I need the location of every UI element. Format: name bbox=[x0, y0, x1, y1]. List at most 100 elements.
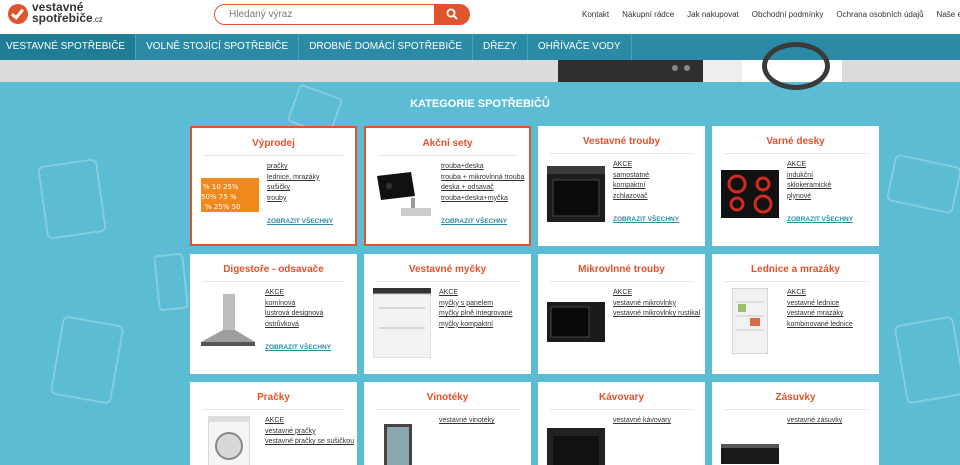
card-link[interactable]: samostatné bbox=[613, 171, 649, 182]
category-card-wine-coolers: Vinotéky vestavné vinotéky bbox=[364, 382, 531, 465]
card-link[interactable]: myčky plně integrované bbox=[439, 309, 513, 320]
card-title[interactable]: Akční sety bbox=[366, 138, 529, 149]
category-card-dishwashers: Vestavné myčky AKCE myčky s panelem myčk… bbox=[364, 254, 531, 374]
card-link[interactable]: AKCE bbox=[265, 416, 354, 427]
svg-text:% 10 25%: % 10 25% bbox=[203, 183, 239, 191]
card-link[interactable]: ostrůvková bbox=[265, 320, 323, 331]
site-header: vestavné spotřebiče.cz Kontakt Nákupní r… bbox=[0, 0, 960, 34]
banner-washer-image bbox=[742, 42, 842, 90]
decor-washer-icon bbox=[49, 315, 125, 405]
card-link[interactable]: AKCE bbox=[613, 288, 700, 299]
top-nav-our-eshops[interactable]: Naše eshopy bbox=[937, 10, 960, 19]
category-water-heaters[interactable]: Ohřívače vody bbox=[528, 34, 632, 60]
card-link[interactable]: vestavné kávovary bbox=[613, 416, 671, 427]
top-nav: Kontakt Nákupní rádce Jak nakupovat Obch… bbox=[582, 10, 960, 19]
card-link[interactable]: kombinované lednice bbox=[787, 320, 853, 331]
card-link[interactable]: plynové bbox=[787, 192, 831, 203]
category-card-bundles: Akční sety trouba+deska trouba + mikrovl… bbox=[364, 126, 531, 246]
hob-image bbox=[721, 170, 779, 218]
card-link[interactable]: lednice, mrazáky bbox=[267, 173, 320, 184]
card-title[interactable]: Vinotéky bbox=[364, 392, 531, 403]
card-link[interactable]: myčky s panelem bbox=[439, 299, 513, 310]
category-built-in[interactable]: Vestavné spotřebiče bbox=[0, 34, 137, 60]
card-link[interactable]: AKCE bbox=[613, 160, 649, 171]
card-link[interactable]: vestavné lednice bbox=[787, 299, 853, 310]
logo-suffix: .cz bbox=[92, 15, 103, 24]
card-link[interactable]: zchlazovač bbox=[613, 192, 649, 203]
bundle-image bbox=[377, 172, 431, 216]
category-card-microwaves: Mikrovlnné trouby AKCE vestavné mikrovln… bbox=[538, 254, 705, 374]
top-nav-contact[interactable]: Kontakt bbox=[582, 10, 609, 19]
category-freestanding[interactable]: Volně stojící spotřebiče bbox=[136, 34, 300, 60]
search-icon bbox=[446, 8, 458, 20]
fridge-image bbox=[732, 288, 768, 354]
discount-tags-image: % 10 25% 50% 75 % % 25% 50 bbox=[201, 178, 259, 212]
card-title[interactable]: Kávovary bbox=[538, 392, 705, 403]
card-link[interactable]: vestavné zásuvky bbox=[787, 416, 842, 427]
coffee-machine-image bbox=[547, 428, 605, 465]
card-link[interactable]: AKCE bbox=[265, 288, 323, 299]
decor-microwave-icon bbox=[885, 153, 960, 215]
category-card-hobs: Varné desky AKCE indukční sklokeramické … bbox=[712, 126, 879, 246]
card-link[interactable]: vestavné pračky se sušičkou bbox=[265, 437, 354, 448]
category-sinks[interactable]: Dřezy bbox=[473, 34, 528, 60]
show-all-link[interactable]: Zobrazit všechny bbox=[267, 218, 333, 225]
card-link[interactable]: vestavné mikrovlnky rustikal bbox=[613, 309, 700, 320]
card-title[interactable]: Digestoře - odsavače bbox=[190, 264, 357, 275]
show-all-link[interactable]: Zobrazit všechny bbox=[441, 218, 507, 225]
wine-cooler-image bbox=[384, 424, 412, 465]
card-title[interactable]: Vestavné trouby bbox=[538, 136, 705, 147]
card-link[interactable]: AKCE bbox=[439, 288, 513, 299]
card-link[interactable]: sklokeramické bbox=[787, 181, 831, 192]
category-card-hoods: Digestoře - odsavače AKCE komínová lustr… bbox=[190, 254, 357, 374]
top-nav-how-to-buy[interactable]: Jak nakupovat bbox=[687, 10, 739, 19]
category-card-sale: Výprodej % 10 25% 50% 75 % % 25% 50 prač… bbox=[190, 126, 357, 246]
card-link[interactable]: trouby bbox=[267, 194, 320, 205]
show-all-link[interactable]: Zobrazit všechny bbox=[265, 344, 331, 351]
card-link[interactable]: lustrová designová bbox=[265, 309, 323, 320]
oven-image bbox=[547, 166, 605, 222]
card-link[interactable]: trouba+deska+myčka bbox=[441, 194, 524, 205]
top-nav-terms[interactable]: Obchodní podmínky bbox=[752, 10, 824, 19]
card-link[interactable]: vestavné pračky bbox=[265, 427, 354, 438]
card-title[interactable]: Lednice a mrazáky bbox=[712, 264, 879, 275]
card-link[interactable]: sušičky bbox=[267, 183, 320, 194]
hood-image bbox=[201, 294, 255, 346]
card-link[interactable]: indukční bbox=[787, 171, 831, 182]
microwave-image bbox=[547, 302, 605, 342]
card-title[interactable]: Zásuvky bbox=[712, 392, 879, 403]
card-title[interactable]: Pračky bbox=[190, 392, 357, 403]
card-title[interactable]: Výprodej bbox=[192, 138, 355, 149]
top-nav-privacy[interactable]: Ochrana osobních údajů bbox=[836, 10, 923, 19]
category-small-appliances[interactable]: Drobné domácí spotřebiče bbox=[299, 34, 473, 60]
category-card-ovens: Vestavné trouby AKCE samostatné kompaktn… bbox=[538, 126, 705, 246]
site-logo[interactable]: vestavné spotřebiče.cz bbox=[8, 1, 103, 25]
card-link[interactable]: deska + odsavač bbox=[441, 183, 524, 194]
card-title[interactable]: Vestavné myčky bbox=[364, 264, 531, 275]
svg-text:50% 75 %: 50% 75 % bbox=[201, 193, 237, 201]
show-all-link[interactable]: Zobrazit všechny bbox=[787, 216, 853, 223]
card-link[interactable]: AKCE bbox=[787, 288, 853, 299]
card-title[interactable]: Mikrovlnné trouby bbox=[538, 264, 705, 275]
category-card-drawers: Zásuvky vestavné zásuvky bbox=[712, 382, 879, 465]
card-link[interactable]: kompaktní bbox=[613, 181, 649, 192]
top-nav-buying-guide[interactable]: Nákupní rádce bbox=[622, 10, 674, 19]
search-input[interactable] bbox=[214, 4, 436, 25]
card-link[interactable]: trouba + mikrovlnná trouba bbox=[441, 173, 524, 184]
card-link[interactable]: komínová bbox=[265, 299, 323, 310]
card-link[interactable]: AKCE bbox=[787, 160, 831, 171]
card-link[interactable]: vestavné vinotéky bbox=[439, 416, 495, 427]
card-link[interactable]: trouba+deska bbox=[441, 162, 524, 173]
show-all-link[interactable]: Zobrazit všechny bbox=[613, 216, 679, 223]
card-link[interactable]: myčky kompaktní bbox=[439, 320, 513, 331]
card-link[interactable]: vestavné mrazáky bbox=[787, 309, 853, 320]
card-title[interactable]: Varné desky bbox=[712, 136, 879, 147]
drawer-image bbox=[721, 444, 779, 464]
washer-image bbox=[208, 416, 250, 465]
category-card-fridges: Lednice a mrazáky AKCE vestavné lednice … bbox=[712, 254, 879, 374]
decor-fridge-icon bbox=[153, 252, 189, 312]
card-link[interactable]: pračky bbox=[267, 162, 320, 173]
promo-banner[interactable] bbox=[0, 42, 960, 90]
search-button[interactable] bbox=[434, 4, 470, 25]
card-link[interactable]: vestavné mikrovlnky bbox=[613, 299, 700, 310]
